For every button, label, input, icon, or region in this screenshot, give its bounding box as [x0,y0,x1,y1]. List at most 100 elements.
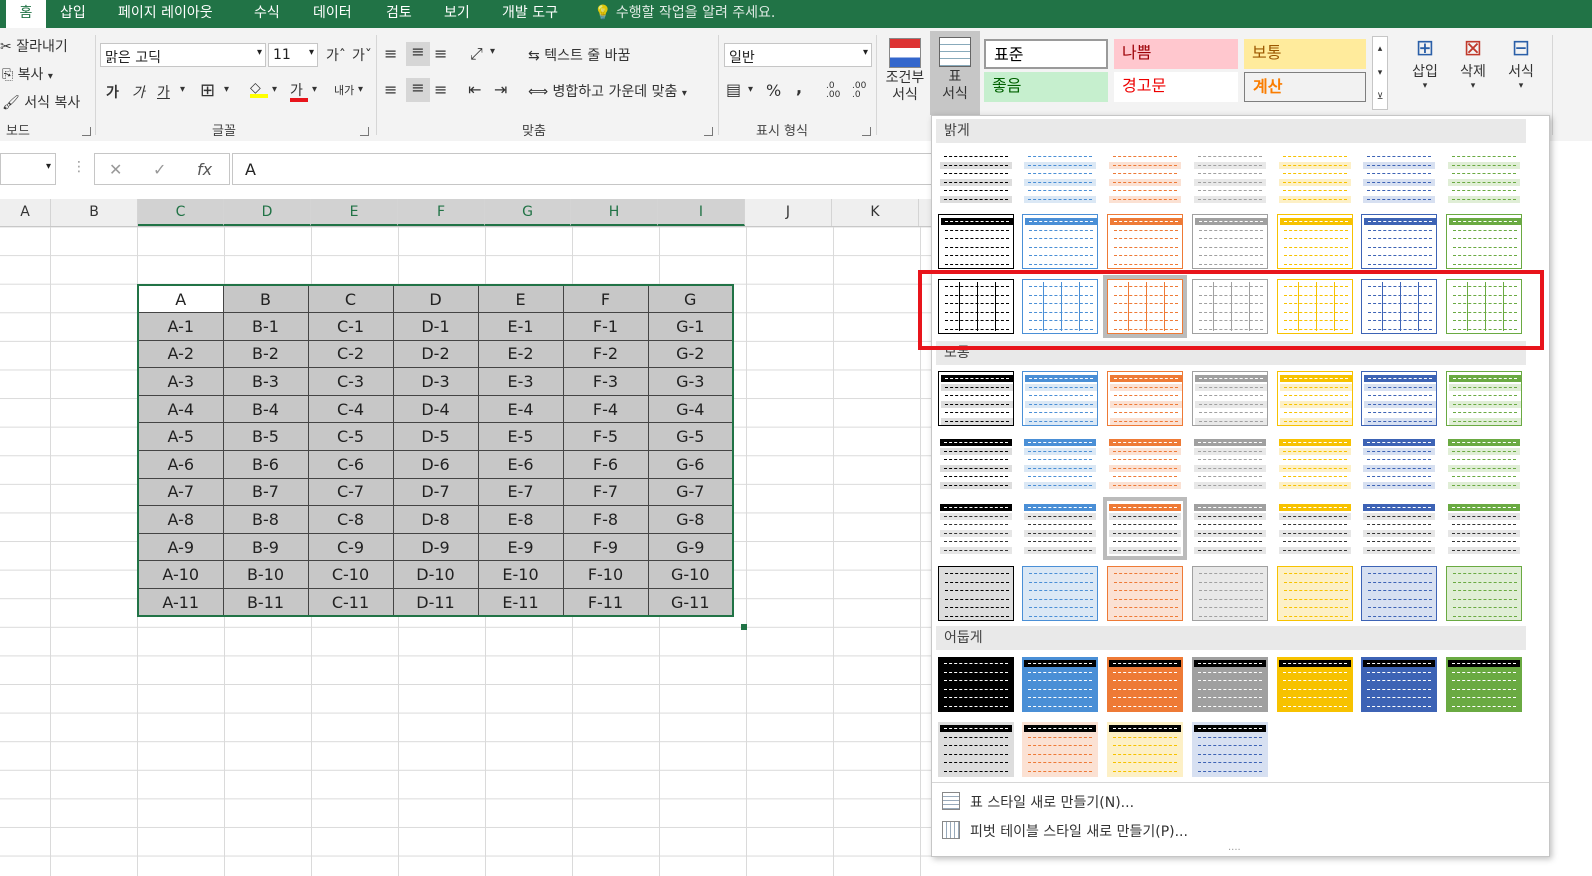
table-style-thumbnail[interactable] [938,657,1014,712]
table-cell[interactable]: A-4 [137,394,224,424]
column-header-e[interactable]: E [311,199,398,226]
percent-button[interactable]: % [766,81,781,100]
table-cell[interactable]: G-7 [647,477,734,507]
table-cell[interactable]: B-2 [222,339,309,369]
chevron-down-icon[interactable]: ▾ [224,84,229,95]
table-cell[interactable]: B-5 [222,422,309,452]
insert-function-icon[interactable]: fx [197,160,212,179]
table-cell[interactable]: G-6 [647,450,734,479]
table-style-thumbnail[interactable] [1022,657,1098,712]
conditional-format-button[interactable]: 조건부 서식 [885,38,925,104]
table-style-thumbnail[interactable] [1022,722,1098,777]
table-cell[interactable]: C-10 [307,560,394,590]
table-style-thumbnail[interactable] [1192,566,1268,621]
drag-handle-icon[interactable]: ⋮ [72,159,86,175]
column-header-j[interactable]: J [745,199,832,226]
table-cell[interactable]: B [222,284,309,314]
tab-review[interactable]: 검토 [386,0,412,28]
phonetic-icon[interactable]: 내가 [334,82,354,98]
table-cell[interactable]: E-7 [477,477,564,507]
increase-indent-icon[interactable]: ⇥ [494,80,507,99]
table-cell[interactable]: D-4 [392,394,479,424]
name-box[interactable]: ▾ [0,153,56,185]
table-cell[interactable]: E-3 [477,367,564,396]
table-style-thumbnail[interactable] [1107,214,1183,269]
table-style-thumbnail[interactable] [1446,501,1522,556]
italic-button[interactable]: 가 [132,82,145,102]
table-style-thumbnail[interactable] [1277,501,1353,556]
table-style-thumbnail[interactable] [1361,214,1437,269]
chevron-down-icon[interactable]: ▾ [748,84,753,95]
comma-button[interactable]: , [796,78,802,97]
table-cell[interactable]: G-9 [647,532,734,562]
format-painter-button[interactable]: 🖌 서식 복사 [2,92,80,112]
align-bottom-icon[interactable]: ≡ [434,44,447,63]
table-cell[interactable]: C-8 [307,505,394,534]
column-header-c[interactable]: C [138,199,224,226]
table-style-thumbnail[interactable] [1022,566,1098,621]
table-cell[interactable]: E-10 [477,560,564,590]
decrease-decimal-icon[interactable]: .00 .0 [852,82,866,100]
table-style-thumbnail[interactable] [938,566,1014,621]
table-style-thumbnail[interactable] [1192,501,1268,556]
table-cell[interactable]: B-1 [222,312,309,341]
table-cell[interactable]: D-8 [392,505,479,534]
decrease-font-icon[interactable]: 가ˇ [352,45,372,65]
formula-input[interactable]: A [232,153,932,185]
table-cell[interactable]: E-8 [477,505,564,534]
column-header-i[interactable]: I [658,199,745,226]
styles-scroll[interactable]: ▴ ▾ ⊻ [1372,36,1388,110]
table-cell[interactable]: F-10 [562,560,649,590]
table-cell[interactable]: A-9 [137,532,224,562]
chevron-down-icon[interactable]: ▾ [312,84,317,95]
fill-color-button[interactable]: ◇ [250,80,268,98]
format-cells-button[interactable]: ⊟ 서식 ▾ [1500,36,1542,91]
table-cell[interactable]: G-8 [647,505,734,534]
column-header-a[interactable]: A [0,199,51,226]
table-cell[interactable]: F [562,284,649,314]
table-cell[interactable]: C-1 [307,312,394,341]
table-style-thumbnail[interactable] [1361,566,1437,621]
increase-font-icon[interactable]: 가ˆ [326,45,346,65]
tell-me-box[interactable]: 💡 수행할 작업을 알려 주세요. [594,0,775,28]
font-name-dropdown[interactable]: 맑은 고딕 ▾ [100,43,266,67]
tab-view[interactable]: 보기 [444,0,470,28]
copy-button[interactable]: ⎘ 복사 ▾ [2,64,53,84]
table-style-thumbnail[interactable] [1192,214,1268,269]
column-header-b[interactable]: B [51,199,138,226]
table-style-thumbnail[interactable] [938,722,1014,777]
font-launcher-icon[interactable] [360,127,369,136]
clipboard-launcher-icon[interactable] [82,127,91,136]
table-cell[interactable]: E-11 [477,588,564,617]
table-cell[interactable]: A-2 [137,339,224,369]
table-style-thumbnail[interactable] [1277,150,1353,205]
format-as-table-button[interactable]: 표 서식 [930,31,980,115]
enter-icon[interactable]: ✓ [153,160,166,179]
table-style-thumbnail[interactable] [1022,501,1098,556]
column-header-f[interactable]: F [398,199,485,226]
table-cell[interactable]: A-1 [137,312,224,341]
table-cell[interactable]: F-8 [562,505,649,534]
tab-insert[interactable]: 삽입 [60,0,86,28]
column-header-h[interactable]: H [571,199,658,226]
table-cell[interactable]: E-9 [477,532,564,562]
column-header-d[interactable]: D [224,199,311,226]
font-color-button[interactable]: 가 [290,80,308,102]
chevron-down-icon[interactable]: ▾ [490,46,495,57]
table-style-thumbnail[interactable] [1277,371,1353,426]
table-style-thumbnail[interactable] [1446,214,1522,269]
table-style-thumbnail[interactable] [1107,657,1183,712]
table-cell[interactable]: D-2 [392,339,479,369]
table-style-thumbnail[interactable] [1192,150,1268,205]
table-cell[interactable]: C-9 [307,532,394,562]
table-cell[interactable]: B-9 [222,532,309,562]
table-cell[interactable]: A-8 [137,505,224,534]
table-cell[interactable]: F-3 [562,367,649,396]
resize-grip-icon[interactable]: .... [1228,842,1241,853]
borders-icon[interactable]: ⊞ [200,80,215,101]
table-style-thumbnail[interactable] [1192,371,1268,426]
table-cell[interactable]: F-2 [562,339,649,369]
table-cell[interactable]: D [392,284,479,314]
table-cell[interactable]: F-1 [562,312,649,341]
table-style-thumbnail[interactable] [1446,657,1522,712]
